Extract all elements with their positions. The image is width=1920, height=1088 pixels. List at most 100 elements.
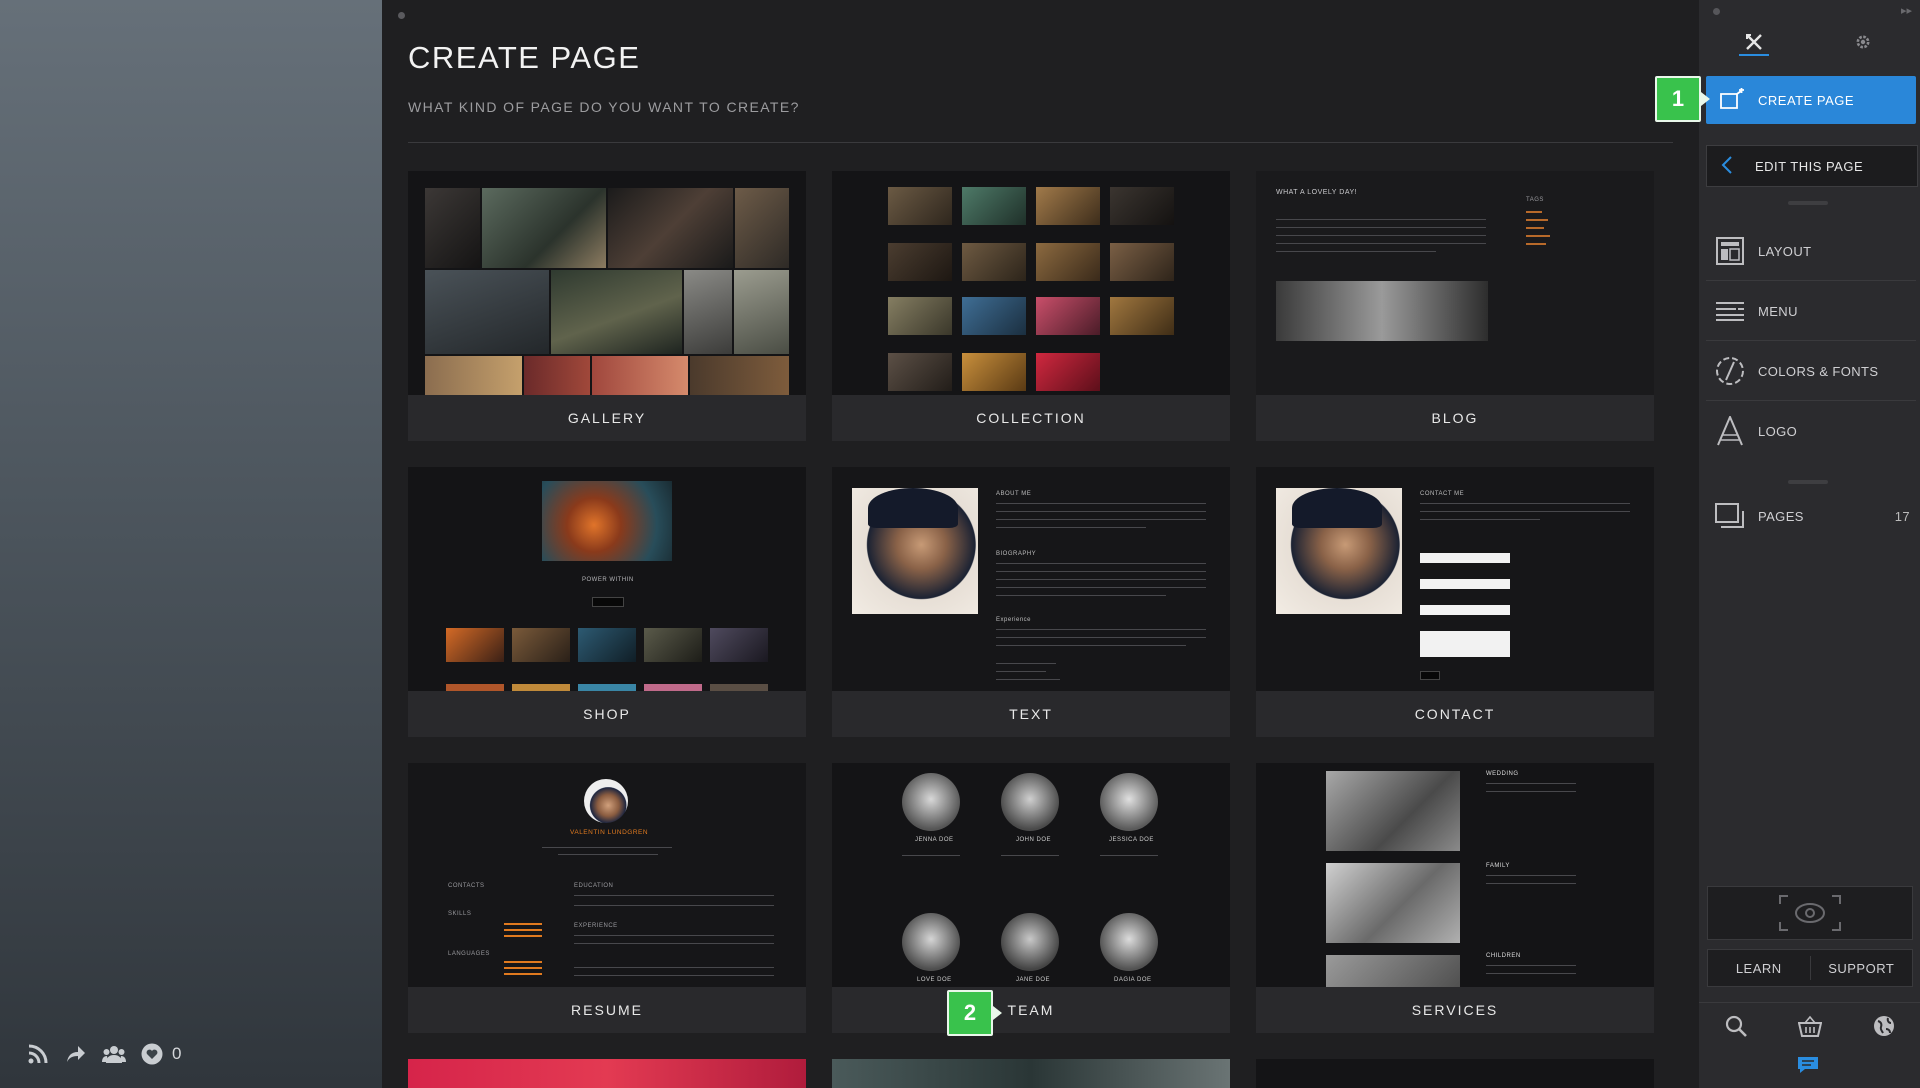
editor-sidebar: ▸▸ CREATE PAGE EDIT THIS PAGE LAYOUT MEN… bbox=[1699, 0, 1920, 1088]
shop-preview: POWER WITHIN bbox=[408, 467, 806, 691]
resume-preview-experience: EXPERIENCE bbox=[574, 923, 618, 929]
partial-preview bbox=[408, 1059, 806, 1088]
card-label: GALLERY bbox=[567, 410, 647, 426]
site-preview-background bbox=[0, 0, 382, 1088]
service-item: WEDDING bbox=[1486, 771, 1519, 777]
card-label: TEAM bbox=[1007, 1002, 1055, 1018]
card-label: TEXT bbox=[1009, 706, 1053, 722]
card-team[interactable]: JENNA DOE JOHN DOE JESSICA DOE LOVE DOE … bbox=[832, 763, 1230, 1033]
card-label: SHOP bbox=[583, 706, 631, 722]
card-collection[interactable]: COLLECTION bbox=[832, 171, 1230, 441]
eye-icon bbox=[1779, 895, 1841, 931]
team-member: JANE DOE bbox=[1016, 977, 1051, 983]
tools-icon bbox=[1746, 34, 1762, 50]
create-page-button[interactable]: CREATE PAGE bbox=[1706, 76, 1916, 124]
preview-button[interactable] bbox=[1707, 886, 1913, 940]
blog-preview: WHAT A LOVELY DAY! TAGS bbox=[1256, 171, 1654, 395]
palette-icon bbox=[1714, 355, 1746, 387]
text-preview-about: ABOUT ME bbox=[996, 491, 1032, 497]
card-label: COLLECTION bbox=[976, 410, 1086, 426]
logo-a-icon bbox=[1714, 415, 1746, 447]
settings-tab[interactable] bbox=[1833, 26, 1893, 58]
gear-icon bbox=[1856, 35, 1870, 49]
social-bar: 0 bbox=[26, 1042, 181, 1066]
people-icon[interactable] bbox=[102, 1042, 126, 1066]
team-member: JENNA DOE bbox=[915, 837, 954, 843]
card-text[interactable]: ABOUT ME BIOGRAPHY Experience TEXT bbox=[832, 467, 1230, 737]
pages-icon bbox=[1714, 500, 1746, 532]
text-preview-bio: BIOGRAPHY bbox=[996, 551, 1037, 557]
resume-preview: VALENTIN LUNDGREN CONTACTS SKILLS LANGUA… bbox=[408, 763, 806, 987]
sidebar-item-layout[interactable]: LAYOUT bbox=[1706, 222, 1916, 281]
card-blog[interactable]: WHAT A LOVELY DAY! TAGS BLOG bbox=[1256, 171, 1654, 441]
grip-handle[interactable] bbox=[1788, 201, 1828, 205]
partial-preview bbox=[832, 1059, 1230, 1088]
card-label: CONTACT bbox=[1414, 706, 1496, 722]
grip-handle[interactable] bbox=[1788, 480, 1828, 484]
card-partial-2[interactable] bbox=[832, 1059, 1230, 1088]
support-button[interactable]: SUPPORT bbox=[1811, 950, 1913, 986]
card-label: RESUME bbox=[571, 1002, 643, 1018]
menu-lines-icon bbox=[1714, 295, 1746, 327]
service-item: FAMILY bbox=[1486, 863, 1510, 869]
card-gallery[interactable]: GALLERY bbox=[408, 171, 806, 441]
page-subtitle: WHAT KIND OF PAGE DO YOU WANT TO CREATE? bbox=[408, 99, 800, 115]
create-page-panel: CREATE PAGE WHAT KIND OF PAGE DO YOU WAN… bbox=[382, 0, 1699, 1088]
card-partial-3[interactable] bbox=[1256, 1059, 1654, 1088]
divider bbox=[408, 142, 1673, 143]
text-preview: ABOUT ME BIOGRAPHY Experience bbox=[832, 467, 1230, 691]
card-label: SERVICES bbox=[1411, 1002, 1499, 1018]
basket-icon[interactable] bbox=[1797, 1015, 1822, 1042]
sidebar-item-menu[interactable]: MENU bbox=[1706, 282, 1916, 341]
create-page-icon bbox=[1716, 84, 1748, 116]
team-member: LOVE DOE bbox=[917, 977, 952, 983]
layout-icon bbox=[1714, 235, 1746, 267]
sidebar-item-colors-fonts[interactable]: COLORS & FONTS bbox=[1706, 342, 1916, 401]
callout-2: 2 bbox=[947, 990, 1002, 1036]
card-label: BLOG bbox=[1431, 410, 1479, 426]
text-preview-exp: Experience bbox=[996, 617, 1032, 623]
share-icon[interactable] bbox=[64, 1042, 88, 1066]
sidebar-item-label: LOGO bbox=[1758, 423, 1798, 439]
team-member: JESSICA DOE bbox=[1109, 837, 1154, 843]
service-item: CHILDREN bbox=[1486, 953, 1521, 959]
page-title: CREATE PAGE bbox=[408, 40, 641, 75]
create-page-label: CREATE PAGE bbox=[1758, 92, 1855, 108]
chat-icon[interactable] bbox=[1797, 1056, 1819, 1079]
panel-dot bbox=[398, 12, 405, 19]
globe-icon[interactable] bbox=[1873, 1015, 1895, 1042]
blog-preview-title: WHAT A LOVELY DAY! bbox=[1276, 189, 1358, 196]
sidebar-item-logo[interactable]: LOGO bbox=[1706, 402, 1916, 460]
contact-preview-title: CONTACT ME bbox=[1420, 491, 1465, 497]
resume-preview-languages: LANGUAGES bbox=[448, 951, 490, 957]
collapse-icon[interactable]: ▸▸ bbox=[1901, 4, 1912, 17]
sidebar-item-label: MENU bbox=[1758, 303, 1798, 319]
sidebar-item-pages[interactable]: PAGES 17 bbox=[1706, 487, 1916, 545]
services-preview: WEDDING FAMILY CHILDREN bbox=[1256, 763, 1654, 987]
sidebar-dot bbox=[1713, 8, 1720, 15]
learn-support-bar: LEARN SUPPORT bbox=[1707, 949, 1913, 987]
card-contact[interactable]: CONTACT ME CONTACT bbox=[1256, 467, 1654, 737]
learn-button[interactable]: LEARN bbox=[1708, 950, 1810, 986]
search-icon[interactable] bbox=[1725, 1015, 1747, 1042]
heart-icon[interactable] bbox=[140, 1042, 164, 1066]
sidebar-item-label: PAGES bbox=[1758, 508, 1804, 524]
edit-page-label: EDIT THIS PAGE bbox=[1755, 158, 1864, 174]
chevron-left-icon bbox=[1721, 155, 1741, 177]
card-partial-1[interactable] bbox=[408, 1059, 806, 1088]
rss-icon[interactable] bbox=[26, 1042, 50, 1066]
resume-preview-skills: SKILLS bbox=[448, 911, 472, 917]
active-tab-indicator bbox=[1739, 54, 1769, 56]
collection-preview bbox=[832, 171, 1230, 395]
card-shop[interactable]: POWER WITHIN SHOP bbox=[408, 467, 806, 737]
edit-page-button[interactable]: EDIT THIS PAGE bbox=[1706, 145, 1918, 187]
contact-preview: CONTACT ME bbox=[1256, 467, 1654, 691]
likes-count: 0 bbox=[172, 1044, 182, 1063]
resume-preview-contacts: CONTACTS bbox=[448, 883, 485, 889]
card-resume[interactable]: VALENTIN LUNDGREN CONTACTS SKILLS LANGUA… bbox=[408, 763, 806, 1033]
partial-preview bbox=[1256, 1059, 1654, 1088]
sidebar-bottom-toolbar bbox=[1699, 1002, 1920, 1053]
gallery-preview bbox=[408, 171, 806, 395]
blog-preview-tags: TAGS bbox=[1526, 197, 1544, 203]
card-services[interactable]: WEDDING FAMILY CHILDREN SERVICES bbox=[1256, 763, 1654, 1033]
